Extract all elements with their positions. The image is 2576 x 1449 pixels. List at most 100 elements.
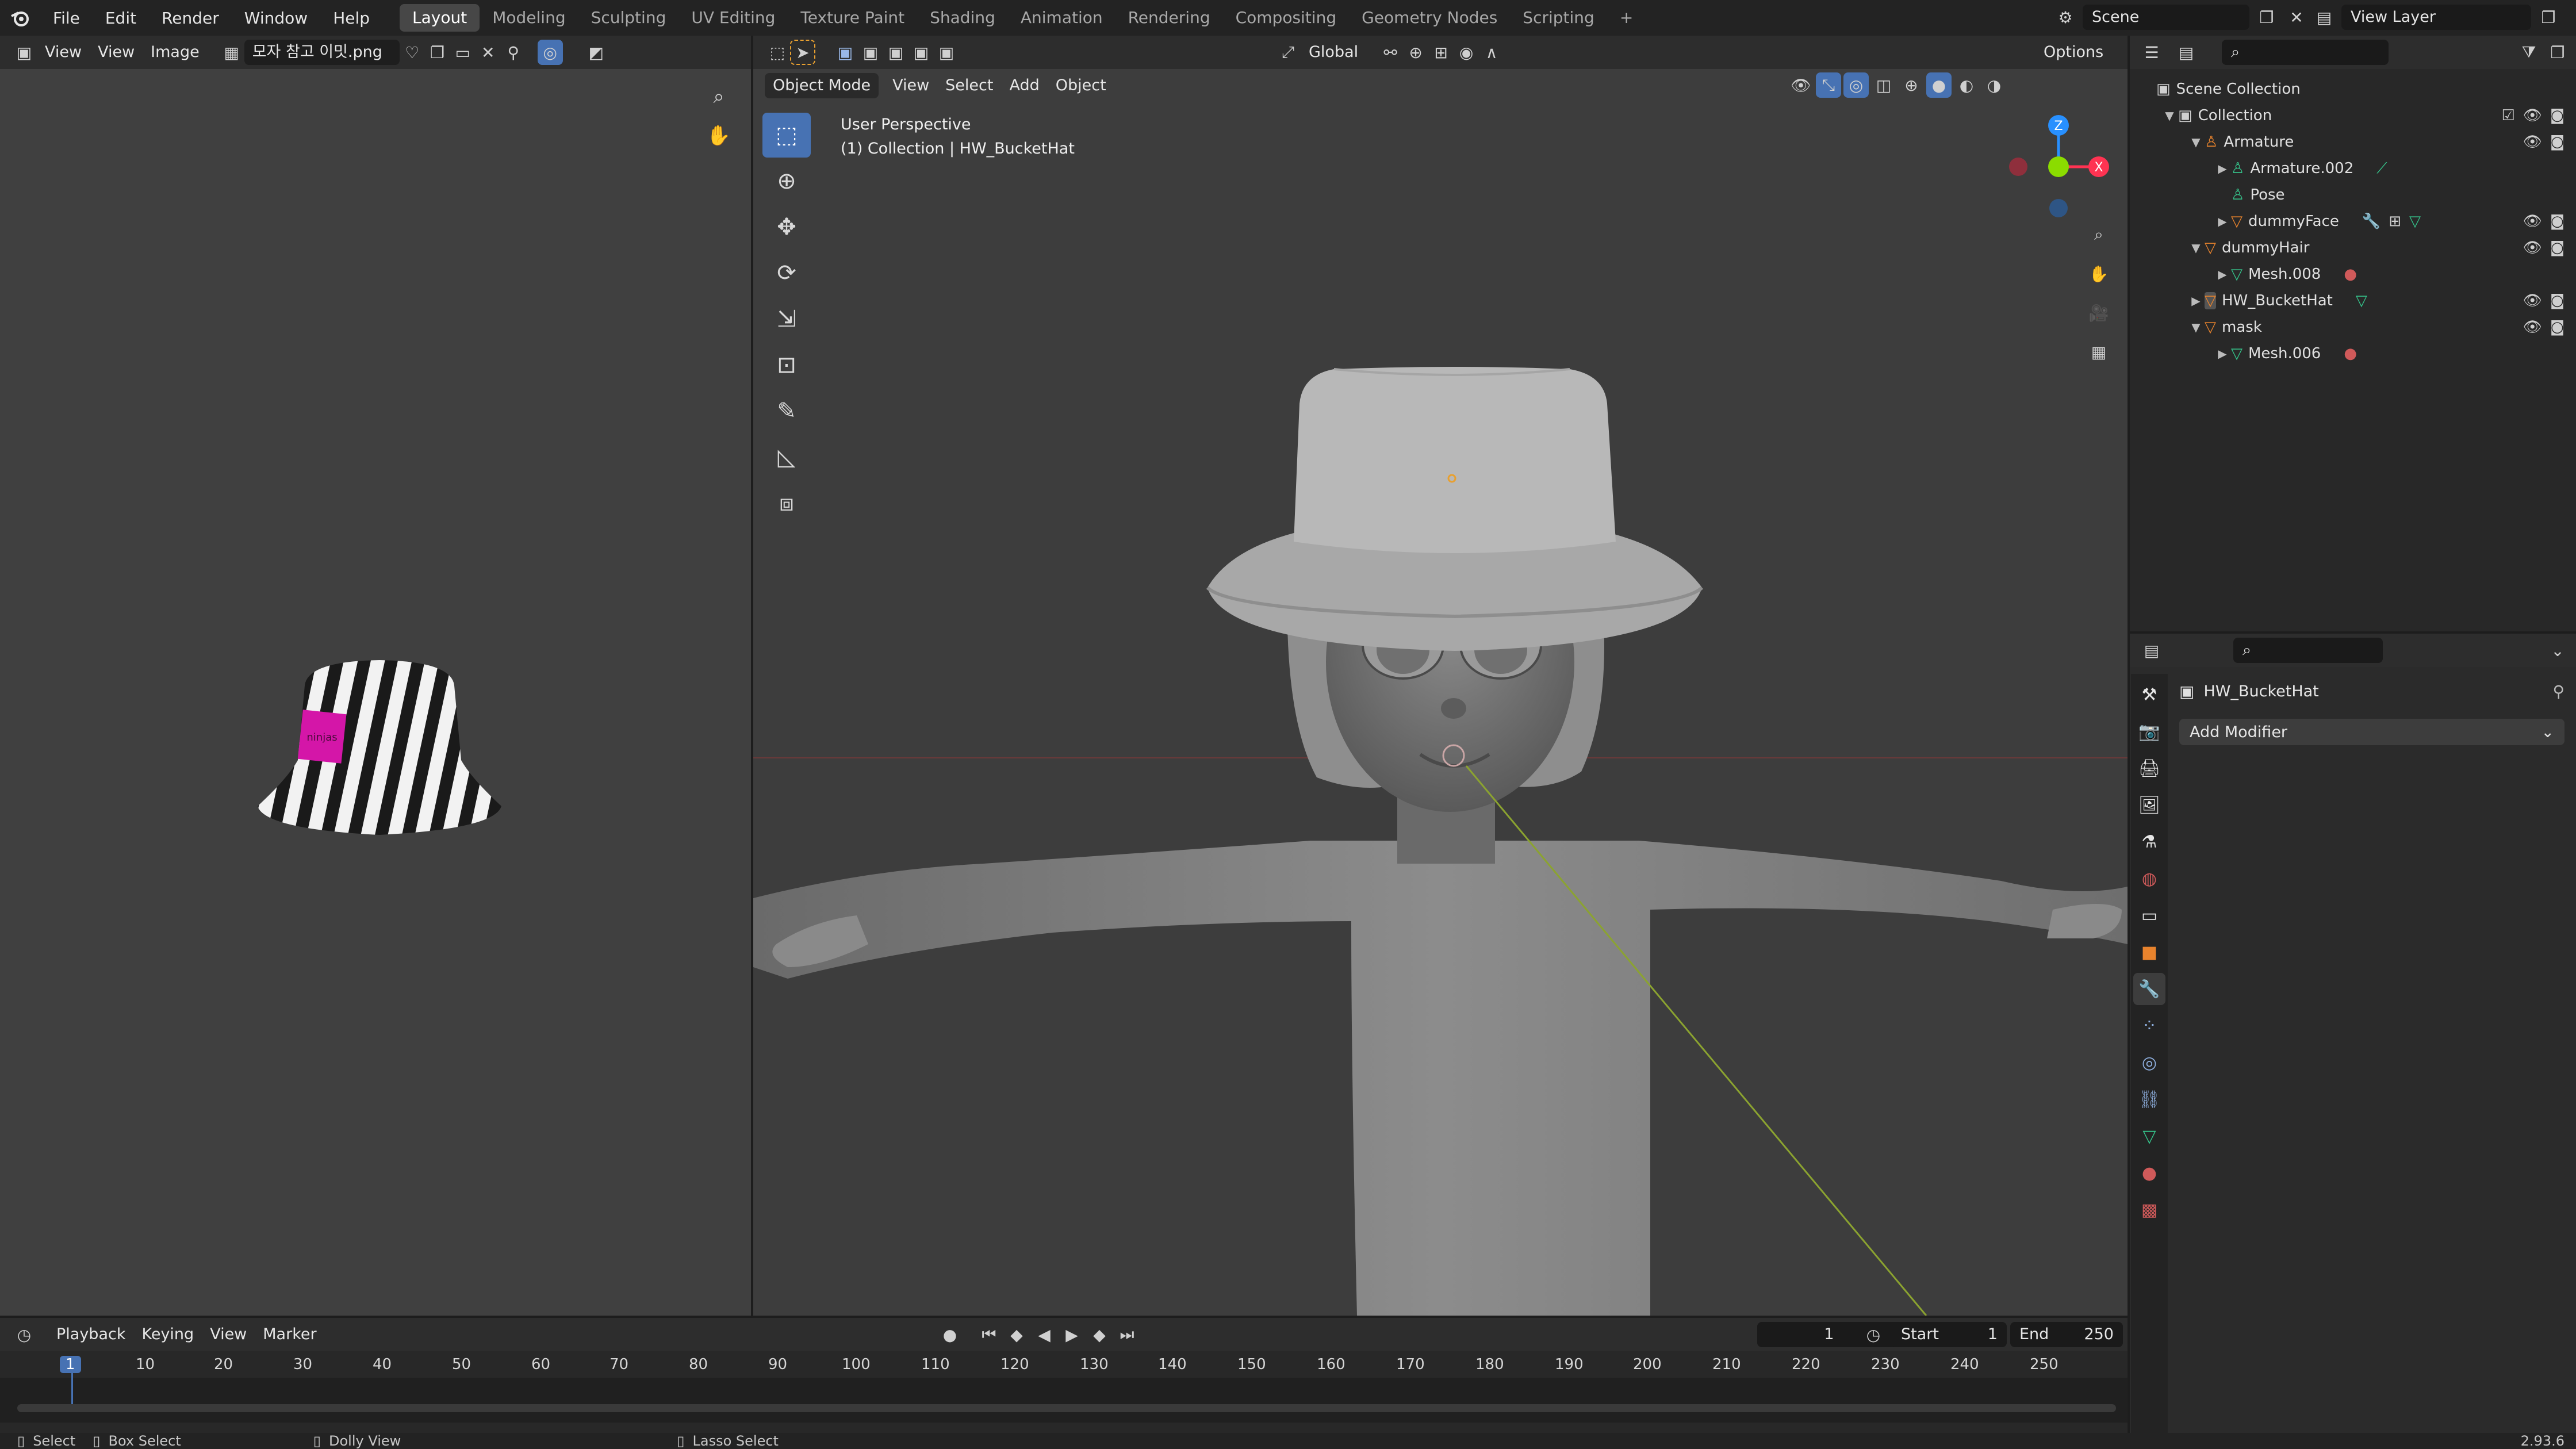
new-collection-icon[interactable]: ❐	[2545, 40, 2570, 65]
tab-animation[interactable]: Animation	[1008, 4, 1116, 32]
menu-image[interactable]: Image	[143, 40, 208, 65]
menu-window[interactable]: Window	[232, 9, 320, 28]
outliner[interactable]: ☰ ▤ ⌕ ⧩ ❐ ▣ Scene Collection ▼ ▣ Collecti…	[2130, 36, 2576, 631]
menu-help[interactable]: Help	[320, 9, 382, 28]
material-tab-icon[interactable]: ●	[2133, 1157, 2165, 1189]
delete-scene-icon[interactable]: ✕	[2284, 5, 2309, 30]
outliner-item-mesh-008[interactable]: ▶ ▽ Mesh.008 ●	[2130, 261, 2576, 288]
open-image-icon[interactable]: ▭	[450, 40, 476, 65]
eye-icon[interactable]: 👁	[2523, 239, 2542, 256]
object-tab-icon[interactable]: ■	[2133, 936, 2165, 968]
data-tab-icon[interactable]: ▽	[2133, 1120, 2165, 1152]
zoom-icon[interactable]: ⌕	[706, 84, 731, 109]
overlay-icon[interactable]: ◎	[537, 40, 563, 65]
filter-icon[interactable]: ⧩	[2516, 40, 2542, 65]
render-tab-icon[interactable]: 📷	[2133, 715, 2165, 747]
properties-editor[interactable]: ▤ ⌕ ⌄ ⚒ 📷 🖨 🖼 ⚗ ◍ ▭ ■ 🔧 ⁘ ◎ ⛓ ▽ ● ▩ ▣ HW…	[2130, 634, 2576, 1433]
new-view-layer-icon[interactable]: ❐	[2536, 5, 2561, 30]
camera-icon[interactable]: ◙	[2550, 107, 2564, 124]
view-layer-tab-icon[interactable]: 🖼	[2133, 789, 2165, 821]
end-frame-field[interactable]: End 250	[2010, 1322, 2123, 1347]
eye-icon[interactable]: 👁	[2523, 292, 2542, 309]
menu-view[interactable]: View	[202, 1322, 255, 1347]
menu-render[interactable]: Render	[149, 9, 232, 28]
hand-pan-icon[interactable]: ✋	[706, 123, 731, 148]
unlink-image-icon[interactable]: ✕	[476, 40, 501, 65]
start-frame-field[interactable]: Start 1	[1892, 1322, 2007, 1347]
view-layer-icon[interactable]: ▤	[2312, 5, 2337, 30]
outliner-item-armature-002[interactable]: ▶ ♙ Armature.002 ⟋	[2130, 155, 2576, 182]
image-name-field[interactable]: 모자 참고 이밋.png	[244, 40, 400, 65]
view-mode-dropdown[interactable]: View	[37, 40, 90, 65]
play-reverse-icon[interactable]: ◀	[1032, 1322, 1057, 1347]
world-tab-icon[interactable]: ◍	[2133, 862, 2165, 895]
display-channels-icon[interactable]: ◩	[584, 40, 609, 65]
editor-type-icon[interactable]: ▣	[12, 40, 37, 65]
menu-marker[interactable]: Marker	[255, 1322, 324, 1347]
scene-selector-icon[interactable]: ⚙	[2053, 5, 2078, 30]
display-mode-icon[interactable]: ▤	[2174, 40, 2199, 65]
particles-tab-icon[interactable]: ⁘	[2133, 1010, 2165, 1042]
modifier-tab-icon[interactable]: 🔧	[2133, 973, 2165, 1005]
scene-field[interactable]: Scene	[2083, 5, 2249, 30]
fake-user-icon[interactable]: ♡	[400, 40, 425, 65]
tab-layout[interactable]: Layout	[400, 4, 480, 32]
jump-start-icon[interactable]: ⏮	[976, 1322, 1002, 1347]
menu-keying[interactable]: Keying	[133, 1322, 202, 1347]
add-workspace-button[interactable]: +	[1607, 4, 1646, 32]
tab-rendering[interactable]: Rendering	[1116, 4, 1223, 32]
blender-logo-icon[interactable]	[0, 8, 40, 28]
tab-scripting[interactable]: Scripting	[1510, 4, 1607, 32]
new-scene-icon[interactable]: ❐	[2254, 5, 2279, 30]
tab-compositing[interactable]: Compositing	[1223, 4, 1350, 32]
preview-range-icon[interactable]: ◷	[1861, 1322, 1886, 1347]
timeline[interactable]: ◷ Playback Keying View Marker ● ⏮ ◆ ◀ ▶ …	[0, 1318, 2128, 1433]
tab-geometry-nodes[interactable]: Geometry Nodes	[1349, 4, 1510, 32]
outliner-search-input[interactable]: ⌕	[2222, 40, 2389, 65]
outliner-item-dummyhair[interactable]: ▼ ▽ dummyHair 👁 ◙	[2130, 235, 2576, 261]
scene-tab-icon[interactable]: ⚗	[2133, 826, 2165, 858]
new-image-icon[interactable]: ❐	[425, 40, 450, 65]
editor-type-icon[interactable]: ☰	[2139, 40, 2164, 65]
record-icon[interactable]: ●	[937, 1322, 963, 1347]
camera-icon[interactable]: ◙	[2550, 213, 2564, 230]
texture-tab-icon[interactable]: ▩	[2133, 1194, 2165, 1226]
play-icon[interactable]: ▶	[1059, 1322, 1084, 1347]
eye-icon[interactable]: 👁	[2523, 319, 2542, 336]
frame-tick-current[interactable]: 1	[60, 1356, 81, 1373]
collection-tab-icon[interactable]: ▭	[2133, 899, 2165, 931]
add-modifier-button[interactable]: Add Modifier ⌄	[2179, 719, 2564, 745]
outliner-item-mesh-006[interactable]: ▶ ▽ Mesh.006 ●	[2130, 340, 2576, 367]
menu-playback[interactable]: Playback	[48, 1322, 133, 1347]
next-keyframe-icon[interactable]: ◆	[1087, 1322, 1112, 1347]
camera-icon[interactable]: ◙	[2550, 319, 2564, 336]
camera-icon[interactable]: ◙	[2550, 133, 2564, 151]
editor-type-icon[interactable]: ◷	[12, 1322, 37, 1347]
tool-tab-icon[interactable]: ⚒	[2133, 678, 2165, 711]
eye-icon[interactable]: 👁	[2523, 133, 2542, 151]
prev-keyframe-icon[interactable]: ◆	[1004, 1322, 1029, 1347]
outliner-item-dummyface[interactable]: ▶ ▽ dummyFace 🔧 ⊞ ▽ 👁 ◙	[2130, 208, 2576, 235]
image-browse-icon[interactable]: ▦	[219, 40, 244, 65]
tab-modeling[interactable]: Modeling	[480, 4, 578, 32]
jump-end-icon[interactable]: ⏭	[1114, 1322, 1140, 1347]
pin-icon[interactable]: ⚲	[501, 40, 526, 65]
editor-type-icon[interactable]: ▤	[2139, 638, 2164, 663]
menu-edit[interactable]: Edit	[93, 9, 149, 28]
view-layer-field[interactable]: View Layer	[2341, 5, 2531, 30]
options-chevron-icon[interactable]: ⌄	[2545, 638, 2570, 663]
outliner-scene-collection[interactable]: ▣ Scene Collection	[2130, 76, 2576, 102]
outliner-item-collection[interactable]: ▼ ▣ Collection ☑ 👁 ◙	[2130, 102, 2576, 129]
outliner-item-armature[interactable]: ▼ ♙ Armature 👁 ◙	[2130, 129, 2576, 155]
pin-icon[interactable]: ⚲	[2552, 682, 2564, 701]
camera-icon[interactable]: ◙	[2550, 292, 2564, 309]
properties-search-input[interactable]: ⌕	[2233, 638, 2383, 663]
timeline-scrollbar[interactable]	[17, 1404, 2116, 1412]
tab-shading[interactable]: Shading	[917, 4, 1008, 32]
3d-viewport[interactable]: ⬚ ➤ ▣ ▣ ▣ ▣ ▣ ⤢ Global ⚯ ⊕ ⊞ ◉ ∧ Options…	[753, 36, 2128, 1316]
tab-uv-editing[interactable]: UV Editing	[678, 4, 788, 32]
physics-tab-icon[interactable]: ◎	[2133, 1046, 2165, 1079]
outliner-item-pose[interactable]: ♙ Pose	[2130, 182, 2576, 208]
tab-sculpting[interactable]: Sculpting	[578, 4, 679, 32]
constraints-tab-icon[interactable]: ⛓	[2133, 1083, 2165, 1116]
